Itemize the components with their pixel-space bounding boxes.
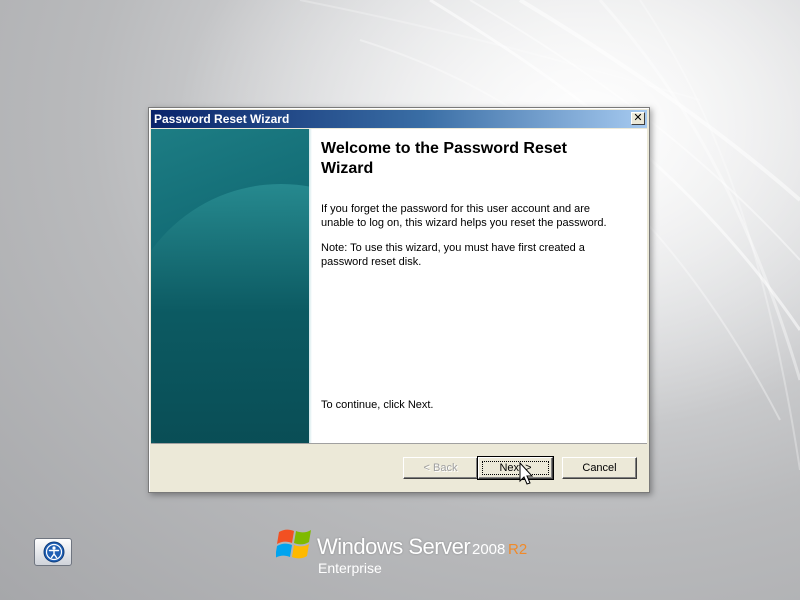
product-edition: Enterprise [318,560,382,576]
banner-divider [309,129,312,443]
cancel-button[interactable]: Cancel [562,457,637,479]
wizard-heading: Welcome to the Password Reset Wizard [321,140,567,177]
ease-of-access-button[interactable] [34,538,72,566]
next-button[interactable]: Next > [477,456,554,480]
product-version: 2008 [472,541,506,558]
close-button[interactable]: ✕ [631,112,645,125]
back-button[interactable]: < Back [403,457,478,479]
password-reset-wizard-dialog: Password Reset Wizard ✕ Welcome to the P… [148,107,650,493]
wizard-banner [151,129,309,443]
wizard-description: If you forget the password for this user… [321,203,607,229]
mouse-pointer-icon [519,462,534,485]
windows-flag-icon [276,529,311,559]
close-icon: ✕ [633,112,643,124]
product-release: R2 [508,541,528,558]
window-title: Password Reset Wizard [154,112,290,126]
ease-of-access-icon [43,541,65,563]
banner-decoration [151,184,309,443]
wizard-content: Welcome to the Password Reset Wizard If … [151,129,647,444]
product-name: Windows Server [317,534,471,559]
title-bar[interactable]: Password Reset Wizard ✕ [151,110,647,128]
continue-instruction: To continue, click Next. [321,399,434,411]
wizard-note: Note: To use this wizard, you must have … [321,242,585,268]
focus-rectangle [482,461,549,475]
desktop-background: Password Reset Wizard ✕ Welcome to the P… [0,0,800,600]
